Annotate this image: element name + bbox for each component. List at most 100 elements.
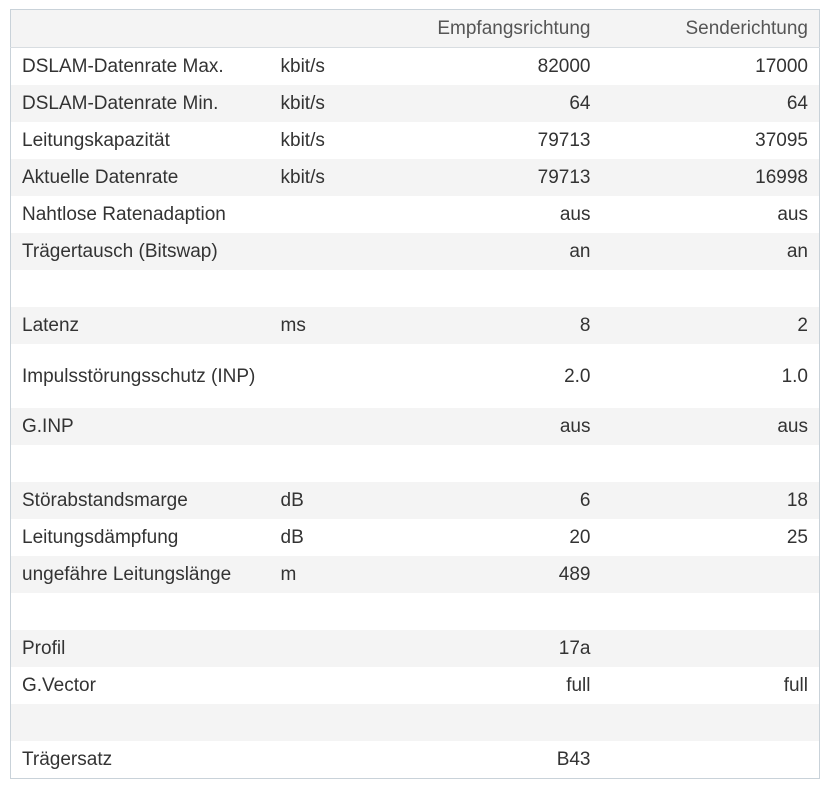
row-upstream-value: full xyxy=(601,667,820,704)
spacer-row xyxy=(10,445,820,482)
row-unit: dB xyxy=(269,519,358,556)
row-downstream-value: aus xyxy=(357,196,602,233)
row-label xyxy=(10,593,270,630)
row-upstream-value: 64 xyxy=(601,85,820,122)
row-downstream-value: aus xyxy=(357,408,602,445)
row-unit xyxy=(269,344,358,408)
row-upstream-value xyxy=(601,270,820,307)
row-downstream-value: 6 xyxy=(357,482,602,519)
table-row: Latenz ms 8 2 xyxy=(10,307,820,344)
row-downstream-value xyxy=(357,593,602,630)
row-label: Aktuelle Datenrate xyxy=(10,159,270,196)
spacer-row xyxy=(10,270,820,307)
table-row: Trägersatz B43 xyxy=(10,741,820,779)
table-row: Profil 17a xyxy=(10,630,820,667)
table-row: Leitungsdämpfung dB 20 25 xyxy=(10,519,820,556)
row-downstream-value: 20 xyxy=(357,519,602,556)
row-upstream-value xyxy=(601,630,820,667)
row-unit: kbit/s xyxy=(269,159,358,196)
row-unit: kbit/s xyxy=(269,85,358,122)
row-upstream-value xyxy=(601,741,820,779)
table-row: DSLAM-Datenrate Min. kbit/s 64 64 xyxy=(10,85,820,122)
row-label: Trägersatz xyxy=(10,741,270,779)
row-label: Trägertausch (Bitswap) xyxy=(10,233,270,270)
dsl-info-table: Empfangsrichtung Senderichtung DSLAM-Dat… xyxy=(10,9,820,779)
row-unit xyxy=(269,704,358,741)
row-label: Störabstandsmarge xyxy=(10,482,270,519)
row-unit xyxy=(269,630,358,667)
row-label: Latenz xyxy=(10,307,270,344)
row-downstream-value: 82000 xyxy=(357,47,602,85)
row-downstream-value xyxy=(357,270,602,307)
spacer-row xyxy=(10,704,820,741)
row-downstream-value: 79713 xyxy=(357,122,602,159)
row-label: ungefähre Leitungslänge xyxy=(10,556,270,593)
row-unit xyxy=(269,196,358,233)
row-upstream-value: aus xyxy=(601,196,820,233)
row-label xyxy=(10,704,270,741)
row-downstream-value xyxy=(357,445,602,482)
row-downstream-value: 489 xyxy=(357,556,602,593)
row-upstream-value: 2 xyxy=(601,307,820,344)
table-header: Empfangsrichtung Senderichtung xyxy=(10,9,820,48)
table-row: Impulsstörungsschutz (INP) 2.0 1.0 xyxy=(10,344,820,408)
row-unit xyxy=(269,741,358,779)
row-downstream-value: B43 xyxy=(357,741,602,779)
table-row: ungefähre Leitungslänge m 489 xyxy=(10,556,820,593)
header-downstream-column: Empfangsrichtung xyxy=(357,9,602,48)
row-upstream-value: 16998 xyxy=(601,159,820,196)
table-row: Nahtlose Ratenadaption aus aus xyxy=(10,196,820,233)
row-unit xyxy=(269,270,358,307)
row-downstream-value: 79713 xyxy=(357,159,602,196)
header-upstream-column: Senderichtung xyxy=(601,9,820,48)
row-upstream-value: 37095 xyxy=(601,122,820,159)
row-upstream-value xyxy=(601,593,820,630)
header-unit-column xyxy=(269,9,358,48)
table-row: Aktuelle Datenrate kbit/s 79713 16998 xyxy=(10,159,820,196)
row-label: DSLAM-Datenrate Min. xyxy=(10,85,270,122)
row-upstream-value: 18 xyxy=(601,482,820,519)
row-label xyxy=(10,270,270,307)
row-upstream-value: an xyxy=(601,233,820,270)
table-body: DSLAM-Datenrate Max. kbit/s 82000 17000 … xyxy=(10,47,820,779)
row-unit xyxy=(269,233,358,270)
row-unit xyxy=(269,445,358,482)
row-upstream-value xyxy=(601,445,820,482)
row-upstream-value xyxy=(601,556,820,593)
row-unit xyxy=(269,593,358,630)
row-unit: dB xyxy=(269,482,358,519)
row-downstream-value: 17a xyxy=(357,630,602,667)
row-label: Impulsstörungsschutz (INP) xyxy=(10,344,270,408)
row-downstream-value: 2.0 xyxy=(357,344,602,408)
table-row: Trägertausch (Bitswap) an an xyxy=(10,233,820,270)
row-unit xyxy=(269,408,358,445)
table-row: DSLAM-Datenrate Max. kbit/s 82000 17000 xyxy=(10,47,820,85)
row-downstream-value: full xyxy=(357,667,602,704)
row-unit: m xyxy=(269,556,358,593)
row-downstream-value: 8 xyxy=(357,307,602,344)
row-label: G.INP xyxy=(10,408,270,445)
spacer-row xyxy=(10,593,820,630)
row-upstream-value xyxy=(601,704,820,741)
row-label: DSLAM-Datenrate Max. xyxy=(10,47,270,85)
row-unit: kbit/s xyxy=(269,47,358,85)
header-label-column xyxy=(10,9,270,48)
table-row: Leitungskapazität kbit/s 79713 37095 xyxy=(10,122,820,159)
row-label xyxy=(10,445,270,482)
table-row: G.INP aus aus xyxy=(10,408,820,445)
row-downstream-value: an xyxy=(357,233,602,270)
row-upstream-value: 17000 xyxy=(601,47,820,85)
table-row: G.Vector full full xyxy=(10,667,820,704)
row-upstream-value: aus xyxy=(601,408,820,445)
table-row: Störabstandsmarge dB 6 18 xyxy=(10,482,820,519)
row-upstream-value: 1.0 xyxy=(601,344,820,408)
row-upstream-value: 25 xyxy=(601,519,820,556)
row-label: G.Vector xyxy=(10,667,270,704)
table-header-row: Empfangsrichtung Senderichtung xyxy=(10,9,820,48)
row-label: Leitungsdämpfung xyxy=(10,519,270,556)
row-downstream-value: 64 xyxy=(357,85,602,122)
row-unit: kbit/s xyxy=(269,122,358,159)
row-unit xyxy=(269,667,358,704)
row-label: Nahtlose Ratenadaption xyxy=(10,196,270,233)
row-label: Profil xyxy=(10,630,270,667)
